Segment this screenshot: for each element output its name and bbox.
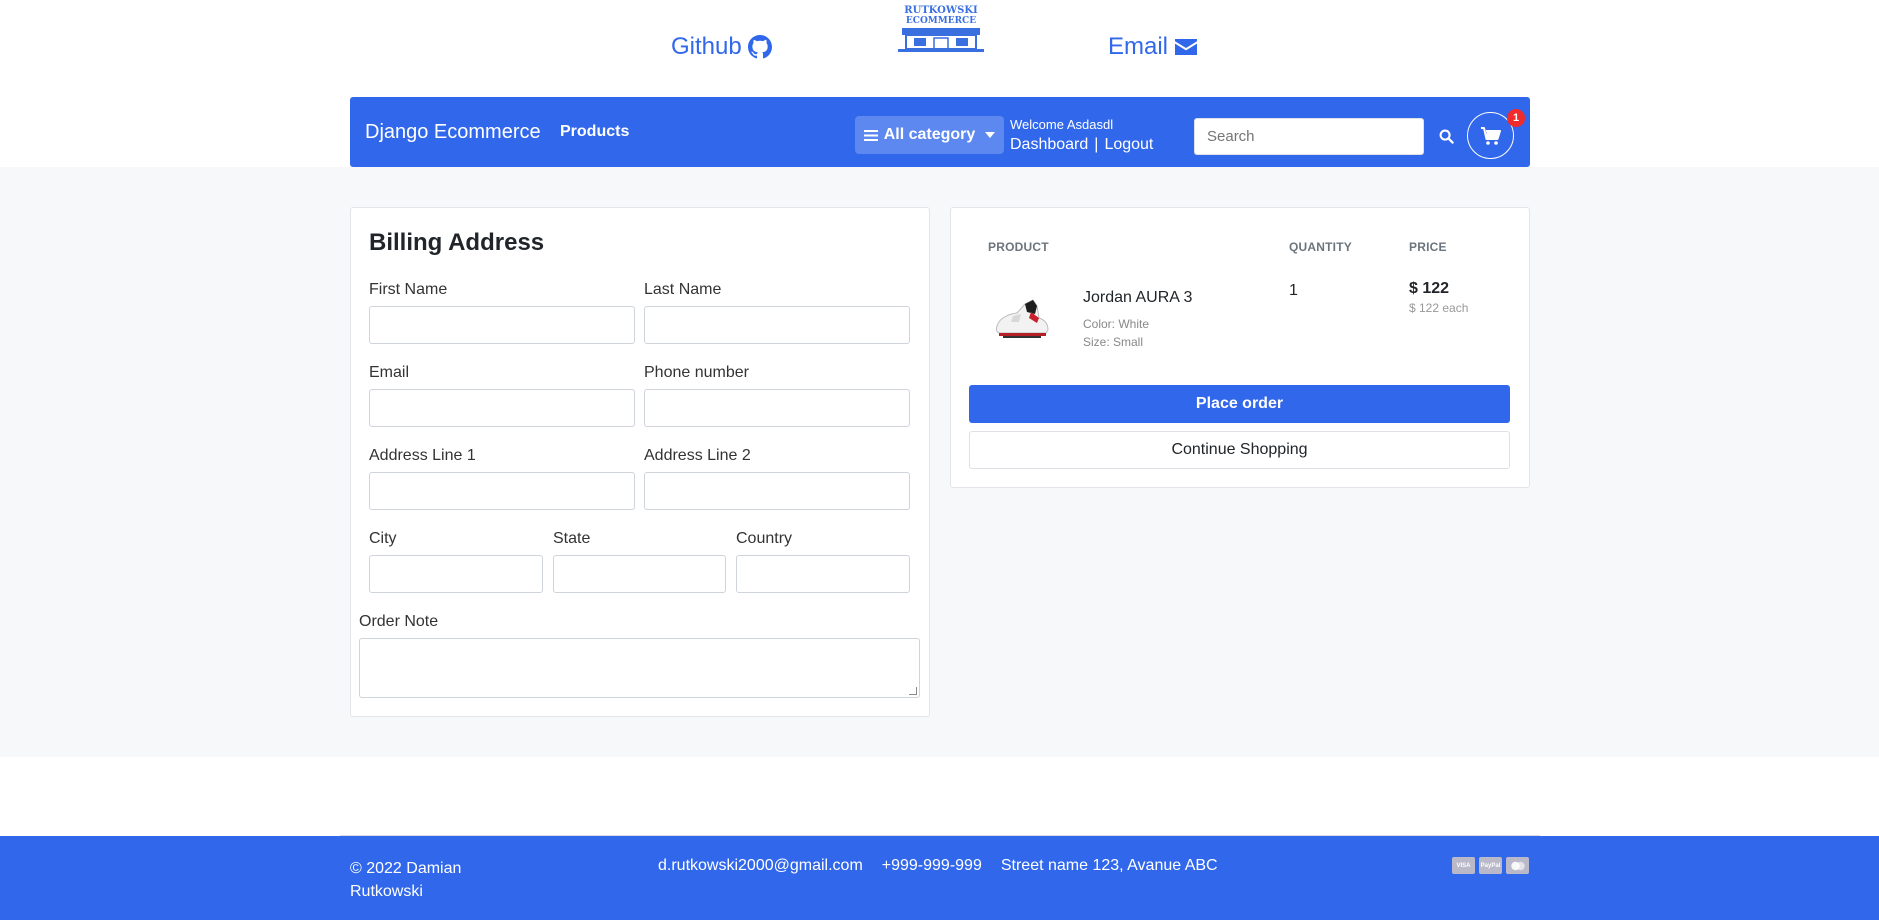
logo-text-line1: RUTKOWSKI	[904, 5, 978, 16]
envelope-icon	[1175, 39, 1198, 55]
place-order-button[interactable]: Place order	[969, 385, 1510, 423]
billing-address-card: Billing Address First Name Last Name Ema…	[350, 207, 930, 717]
footer-email: d.rutkowski2000@gmail.com	[658, 857, 863, 874]
state-label: State	[553, 530, 591, 547]
user-links-separator: |	[1094, 136, 1099, 153]
country-label: Country	[736, 530, 793, 547]
github-link-label: Github	[671, 33, 742, 60]
payment-methods: VISA PayPal	[1452, 857, 1529, 874]
order-note-textarea[interactable]	[359, 638, 920, 698]
logo-text-line2: ECOMMERCE	[906, 16, 976, 26]
product-price: $ 122	[1409, 280, 1450, 297]
product-color: Color: White	[1083, 317, 1150, 331]
email-label: Email	[369, 364, 410, 381]
welcome-text: Welcome Asdasdl	[1010, 117, 1114, 132]
country-input[interactable]	[736, 555, 910, 593]
nav-products-link[interactable]: Products	[560, 123, 629, 141]
address-line2-input[interactable]	[644, 472, 910, 510]
product-size: Size: Small	[1083, 335, 1144, 349]
last-name-label: Last Name	[644, 281, 722, 298]
github-link[interactable]: Github	[671, 33, 772, 61]
header-quantity: QUANTITY	[1289, 240, 1352, 254]
mastercard-icon	[1506, 857, 1529, 874]
resize-handle-icon[interactable]	[909, 687, 917, 695]
header-product: PRODUCT	[988, 240, 1049, 254]
search-button[interactable]	[1432, 122, 1460, 150]
caret-down-icon	[985, 132, 996, 138]
last-name-input[interactable]	[644, 306, 910, 344]
address-line1-input[interactable]	[369, 472, 635, 510]
footer-copyright: © 2022 Damian Rutkowski	[350, 860, 462, 900]
logout-link[interactable]: Logout	[1104, 136, 1153, 154]
first-name-label: First Name	[369, 281, 448, 298]
city-input[interactable]	[369, 555, 543, 593]
shopping-cart-icon	[1480, 126, 1501, 145]
dashboard-link[interactable]: Dashboard	[1010, 136, 1088, 154]
product-quantity: 1	[1289, 282, 1298, 299]
order-note-label: Order Note	[359, 613, 439, 630]
city-label: City	[369, 530, 397, 547]
brand-link[interactable]: Django Ecommerce	[365, 121, 541, 144]
all-category-label: All category	[883, 126, 976, 143]
email-link[interactable]: Email	[1108, 33, 1198, 61]
product-name[interactable]: Jordan AURA 3	[1083, 289, 1192, 307]
cart-count-badge: 1	[1507, 109, 1525, 127]
billing-title: Billing Address	[369, 229, 545, 256]
checkout-section	[0, 167, 1879, 757]
email-link-label: Email	[1108, 33, 1169, 60]
search-icon	[1439, 129, 1454, 144]
hamburger-icon	[863, 129, 878, 141]
header-price: PRICE	[1409, 240, 1447, 254]
product-price-each: $ 122 each	[1409, 301, 1469, 315]
order-summary-card: PRODUCT QUANTITY PRICE Jordan AURA 3 Col…	[950, 207, 1530, 488]
footer-contact: d.rutkowski2000@gmail.com +999-999-999 S…	[658, 857, 1218, 875]
state-input[interactable]	[553, 555, 726, 593]
first-name-input[interactable]	[369, 306, 635, 344]
address-line1-label: Address Line 1	[369, 447, 476, 464]
footer-address: Street name 123, Avanue ABC	[1000, 857, 1218, 874]
continue-shopping-button[interactable]: Continue Shopping	[969, 431, 1510, 469]
email-input[interactable]	[369, 389, 635, 427]
store-logo[interactable]: RUTKOWSKI ECOMMERCE	[888, 2, 994, 54]
all-category-dropdown[interactable]: All category	[855, 116, 1004, 154]
paypal-icon: PayPal	[1479, 857, 1502, 874]
phone-label: Phone number	[644, 364, 749, 381]
product-thumbnail[interactable]	[991, 296, 1051, 340]
address-line2-label: Address Line 2	[644, 447, 751, 464]
top-links-strip: Github RUTKOWSKI ECOMMERCE Email	[0, 0, 1879, 97]
footer-phone: +999-999-999	[881, 857, 982, 874]
visa-icon: VISA	[1452, 857, 1475, 874]
navbar: Django Ecommerce Products All category W…	[350, 97, 1530, 167]
footer: © 2022 Damian Rutkowski d.rutkowski2000@…	[0, 836, 1879, 920]
user-links: Dashboard | Logout	[1010, 136, 1153, 154]
github-icon	[747, 35, 772, 59]
phone-input[interactable]	[644, 389, 910, 427]
search-input[interactable]	[1194, 118, 1424, 155]
